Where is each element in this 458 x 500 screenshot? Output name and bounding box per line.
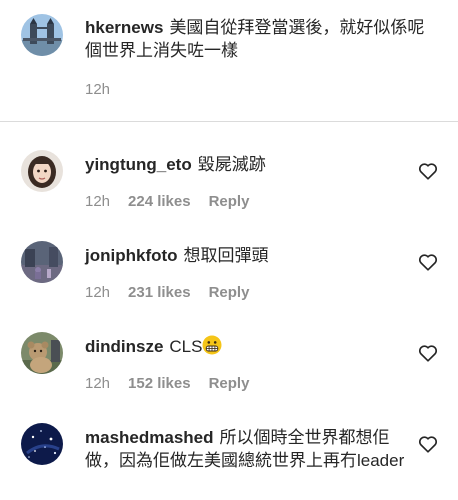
comment-1-username[interactable]: yingtung_eto (85, 155, 192, 174)
comment-3-username[interactable]: dindinsze (85, 337, 163, 356)
caption-divider (0, 121, 458, 122)
comment-3-likes[interactable]: 152 likes (128, 375, 191, 393)
caption-meta: 12h (85, 81, 110, 99)
heart-outline-icon (418, 254, 438, 271)
grimacing-face-emoji-icon (202, 335, 222, 355)
comment-3-text: dindinsze CLS (85, 335, 405, 358)
street-photo-avatar-icon (21, 241, 63, 283)
heart-outline-icon (418, 345, 438, 362)
comment-3-meta: 12h 152 likes Reply (85, 375, 249, 393)
comment-3-timestamp: 12h (85, 375, 111, 392)
comment-4-username[interactable]: mashedmashed (85, 428, 214, 447)
comment-1-like-button[interactable] (417, 160, 439, 182)
comment-4-text: mashedmashed 所以個時全世界都想佢做，因為佢做左美國總統世界上再冇le… (85, 426, 407, 472)
caption-timestamp: 12h (85, 81, 111, 98)
comment-2-username[interactable]: joniphkfoto (85, 246, 178, 265)
heart-outline-icon (418, 163, 438, 180)
caption-username[interactable]: hkernews (85, 18, 163, 37)
comment-2-avatar[interactable] (21, 241, 63, 283)
post-caption: hkernews 美國自從拜登當選後，就好似係呢個世界上消失咗一樣 12h (0, 0, 458, 121)
comment-3-avatar[interactable] (21, 332, 63, 374)
caption-text: hkernews 美國自從拜登當選後，就好似係呢個世界上消失咗一樣 (85, 16, 425, 62)
comment-2-body: 想取回彈頭 (183, 246, 269, 265)
tower-bridge-photo-icon (21, 14, 63, 56)
comment-1-text: yingtung_eto 毀屍滅跡 (85, 153, 405, 176)
comment-2-likes[interactable]: 231 likes (128, 284, 191, 302)
comment-1-reply-button[interactable]: Reply (209, 193, 250, 211)
comment-3-reply-button[interactable]: Reply (209, 375, 250, 393)
comment-1-avatar[interactable] (21, 150, 63, 192)
comment-4-like-button[interactable] (417, 433, 439, 455)
comment-2-text: joniphkfoto 想取回彈頭 (85, 244, 405, 267)
comment-4-avatar[interactable] (21, 423, 63, 465)
comment-1-likes[interactable]: 224 likes (128, 193, 191, 211)
heart-outline-icon (418, 436, 438, 453)
comment-1-timestamp: 12h (85, 193, 111, 210)
comment-2-like-button[interactable] (417, 251, 439, 273)
girl-illustration-avatar-icon (21, 150, 63, 192)
comment-2-reply-button[interactable]: Reply (209, 284, 250, 302)
comments-screen: hkernews 美國自從拜登當選後，就好似係呢個世界上消失咗一樣 12h yin… (0, 0, 458, 500)
comment-2-meta: 12h 231 likes Reply (85, 284, 249, 302)
comment-3-like-button[interactable] (417, 342, 439, 364)
comment-3-body: CLS (169, 337, 203, 356)
comment-2-timestamp: 12h (85, 284, 111, 301)
teddy-bear-avatar-icon (21, 332, 63, 374)
comment-1-meta: 12h 224 likes Reply (85, 193, 249, 211)
caption-author-avatar[interactable] (21, 14, 63, 56)
comment-1-body: 毀屍滅跡 (197, 155, 266, 174)
starry-sky-avatar-icon (21, 423, 63, 465)
